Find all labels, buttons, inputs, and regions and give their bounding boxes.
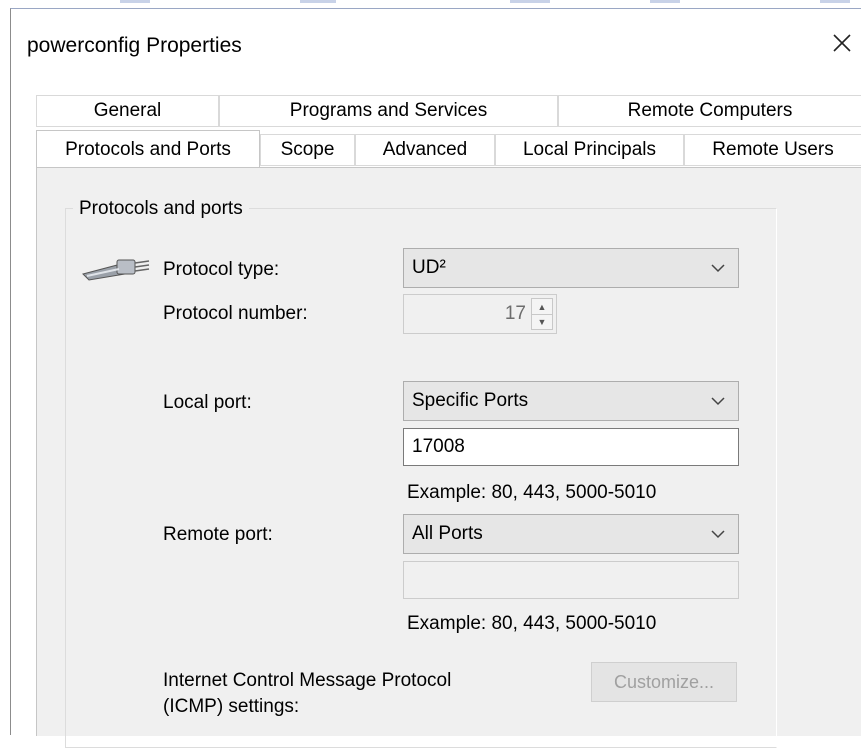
local-port-dropdown[interactable]: Specific Ports (403, 381, 739, 421)
tab-remote-users[interactable]: Remote Users (684, 134, 861, 166)
local-port-value: Specific Ports (412, 390, 529, 411)
title-bar: powerconfig Properties (11, 9, 861, 85)
tab-protocols-and-ports[interactable]: Protocols and Ports (36, 130, 260, 168)
properties-dialog: powerconfig Properties General Programs … (10, 8, 861, 748)
tab-scope[interactable]: Scope (260, 134, 355, 166)
chevron-down-icon (711, 397, 725, 406)
tab-general[interactable]: General (36, 95, 219, 127)
protocol-number-value: 17 (504, 303, 526, 324)
local-port-label: Local port: (163, 392, 252, 413)
spinner-arrows[interactable]: ▲ ▼ (531, 298, 553, 330)
tab-panel-protocols-and-ports: Protocols and ports Protocol type: UD² P… (36, 167, 861, 748)
local-port-example: Example: 80, 443, 5000-5010 (407, 482, 657, 503)
protocol-number-spinner[interactable]: 17 ▲ ▼ (403, 294, 557, 334)
background-strip (0, 0, 861, 8)
spin-up-icon[interactable]: ▲ (532, 299, 552, 314)
tab-remote-computers[interactable]: Remote Computers (558, 95, 861, 127)
tab-local-principals[interactable]: Local Principals (495, 134, 684, 166)
customize-button[interactable]: Customize... (591, 662, 737, 702)
window-title: powerconfig Properties (27, 34, 242, 57)
spin-down-icon[interactable]: ▼ (532, 314, 552, 329)
group-title: Protocols and ports (73, 198, 249, 220)
protocol-type-value: UD² (412, 257, 446, 278)
close-button[interactable] (822, 23, 861, 63)
close-icon (833, 34, 851, 52)
network-cable-icon (82, 259, 150, 281)
remote-port-value: All Ports (412, 523, 483, 544)
protocol-number-label: Protocol number: (163, 303, 308, 324)
remote-port-example: Example: 80, 443, 5000-5010 (407, 613, 657, 634)
tab-advanced[interactable]: Advanced (355, 134, 495, 166)
tab-programs-and-services[interactable]: Programs and Services (219, 95, 558, 127)
local-port-input[interactable]: 17008 (403, 428, 739, 466)
remote-port-dropdown[interactable]: All Ports (403, 514, 739, 554)
remote-port-label: Remote port: (163, 524, 273, 545)
protocol-type-dropdown[interactable]: UD² (403, 248, 739, 288)
icmp-label-line2: (ICMP) settings: (163, 696, 300, 717)
icmp-label-line1: Internet Control Message Protocol (163, 670, 452, 691)
protocol-type-label: Protocol type: (163, 259, 280, 280)
remote-port-input[interactable] (403, 561, 739, 599)
chevron-down-icon (711, 264, 725, 273)
chevron-down-icon (711, 530, 725, 539)
